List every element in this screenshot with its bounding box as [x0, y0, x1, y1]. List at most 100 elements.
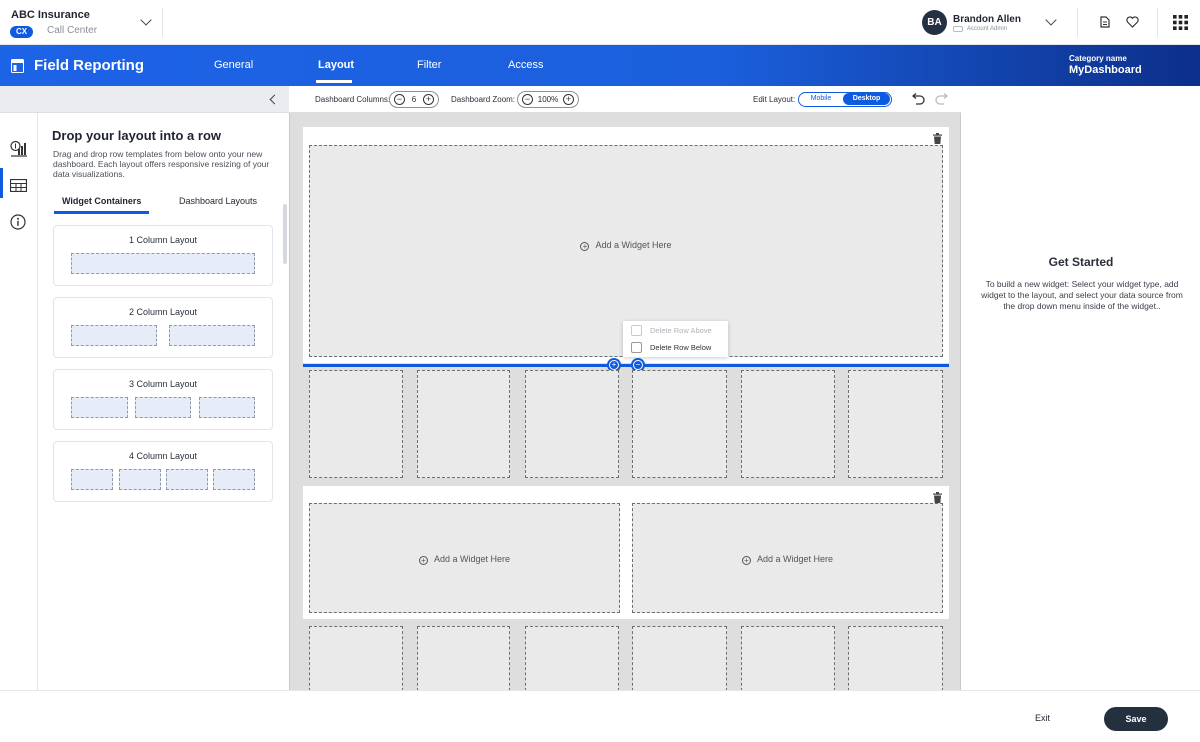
row-context-menu: Delete Row Above Delete Row Below: [623, 321, 728, 357]
category-label: Category name: [1069, 54, 1127, 63]
grid-column-cell[interactable]: [309, 370, 403, 478]
tab-general[interactable]: General: [214, 59, 253, 71]
column-placeholder: [119, 469, 161, 490]
active-tab-indicator: [316, 80, 352, 83]
grid-column-cell[interactable]: [741, 626, 835, 691]
grid-column-cell[interactable]: [417, 370, 510, 478]
chart-icon[interactable]: [10, 140, 28, 157]
mode-desktop-option[interactable]: Desktop: [843, 93, 890, 105]
add-widget-icon: +: [418, 556, 428, 565]
layout-card-title: 3 Column Layout: [128, 379, 198, 389]
grid-column-cell[interactable]: [741, 370, 835, 478]
add-widget-label: Add a Widget Here: [756, 554, 834, 564]
grid-column-cell[interactable]: [525, 370, 619, 478]
tab-layout[interactable]: Layout: [318, 59, 354, 71]
info-icon[interactable]: [10, 214, 26, 230]
role-icon: [953, 26, 963, 32]
zoom-label: Dashboard Zoom:: [451, 95, 516, 104]
add-widget-label: Add a Widget Here: [433, 554, 511, 564]
panel-header: [0, 86, 289, 113]
undo-icon[interactable]: [911, 93, 925, 105]
panel-rail: [0, 113, 38, 700]
zoom-value: 100%: [537, 95, 559, 104]
delete-row-above-icon: [631, 325, 642, 336]
layout-panel: Drop your layout into a row Drag and dro…: [0, 86, 289, 701]
layout-card-title: 2 Column Layout: [128, 307, 198, 317]
columns-label: Dashboard Columns:: [315, 95, 391, 104]
column-placeholder: [135, 397, 191, 418]
exit-button[interactable]: Exit: [1035, 713, 1050, 723]
decrease-columns-icon[interactable]: −: [394, 94, 405, 105]
minus-icon: −: [633, 360, 643, 370]
zoom-stepper[interactable]: − 100% +: [517, 91, 579, 108]
delete-row-trash-icon[interactable]: [933, 131, 942, 144]
active-subtab-indicator: [54, 211, 149, 214]
column-placeholder: [71, 325, 157, 346]
layout-icon[interactable]: [10, 179, 27, 192]
layout-mode-toggle[interactable]: Mobile Desktop: [798, 92, 892, 107]
footer-bar: Exit Save: [0, 690, 1200, 742]
app-grid-icon[interactable]: [1173, 15, 1188, 30]
mode-mobile-option[interactable]: Mobile: [799, 93, 843, 105]
report-icon: [11, 59, 24, 73]
layout-card-4-column[interactable]: 4 Column Layout: [53, 441, 273, 502]
column-placeholder: [169, 325, 255, 346]
scrollbar[interactable]: [283, 204, 287, 264]
grid-column-cell[interactable]: [525, 626, 619, 691]
dashboard-canvas: + Add a Widget Here Delete Row Above Dele…: [289, 113, 961, 691]
row-insert-line: [303, 364, 949, 367]
grid-column-cell[interactable]: [632, 626, 727, 691]
heart-icon[interactable]: [1126, 16, 1139, 28]
user-menu-chevron-icon[interactable]: [1045, 14, 1057, 26]
org-subtitle: Call Center: [47, 25, 98, 36]
grid-column-cell[interactable]: [417, 626, 510, 691]
avatar[interactable]: BA: [922, 10, 947, 35]
edit-layout-label: Edit Layout:: [753, 95, 796, 104]
column-placeholder: [71, 397, 128, 418]
user-role: Account Admin: [967, 26, 1008, 32]
layout-card-1-column[interactable]: 1 Column Layout: [53, 225, 273, 286]
org-badge: CX: [10, 26, 33, 38]
delete-row-below-label: Delete Row Below: [650, 343, 712, 352]
delete-row-trash-icon[interactable]: [933, 490, 942, 503]
delete-row-below-item[interactable]: Delete Row Below: [623, 339, 728, 356]
grid-column-cell[interactable]: [632, 370, 727, 478]
zoom-in-icon[interactable]: +: [563, 94, 574, 105]
divider: [1157, 8, 1158, 37]
columns-value: 6: [411, 95, 417, 104]
grid-column-cell[interactable]: [848, 626, 943, 691]
plus-icon: +: [609, 360, 619, 370]
tab-dashboard-layouts[interactable]: Dashboard Layouts: [179, 196, 257, 206]
org-switcher-chevron-icon[interactable]: [140, 14, 152, 26]
zoom-out-icon[interactable]: −: [522, 94, 533, 105]
divider: [1077, 8, 1078, 37]
tab-filter[interactable]: Filter: [417, 59, 441, 71]
column-placeholder: [71, 469, 113, 490]
columns-stepper[interactable]: − 6 +: [389, 91, 439, 108]
top-bar: ABC Insurance CX Call Center BA Brandon …: [0, 0, 1200, 45]
panel-description: Drag and drop row templates from below o…: [53, 149, 270, 179]
category-value[interactable]: MyDashboard: [1069, 64, 1142, 76]
tab-widget-containers[interactable]: Widget Containers: [62, 196, 141, 206]
delete-row-above-item[interactable]: Delete Row Above: [623, 322, 728, 339]
panel-title: Drop your layout into a row: [52, 128, 222, 143]
grid-column-cell[interactable]: [309, 626, 403, 691]
rail-active-indicator: [0, 168, 3, 198]
layout-card-3-column[interactable]: 3 Column Layout: [53, 369, 273, 430]
increase-columns-icon[interactable]: +: [423, 94, 434, 105]
divider: [162, 8, 163, 37]
tab-access[interactable]: Access: [508, 59, 543, 71]
layout-card-2-column[interactable]: 2 Column Layout: [53, 297, 273, 358]
delete-row-above-label: Delete Row Above: [650, 326, 712, 335]
grid-column-cell[interactable]: [848, 370, 943, 478]
add-widget-label: Add a Widget Here: [595, 240, 672, 250]
app-title: Field Reporting: [34, 57, 144, 74]
widget-drop-zone[interactable]: + Add a Widget Here: [309, 503, 620, 613]
redo-icon[interactable]: [935, 93, 949, 105]
column-placeholder: [199, 397, 255, 418]
document-icon[interactable]: [1100, 16, 1110, 28]
layout-card-title: 4 Column Layout: [128, 451, 198, 461]
details-panel: [962, 86, 1200, 700]
save-button[interactable]: Save: [1104, 707, 1168, 731]
widget-drop-zone[interactable]: + Add a Widget Here: [632, 503, 943, 613]
